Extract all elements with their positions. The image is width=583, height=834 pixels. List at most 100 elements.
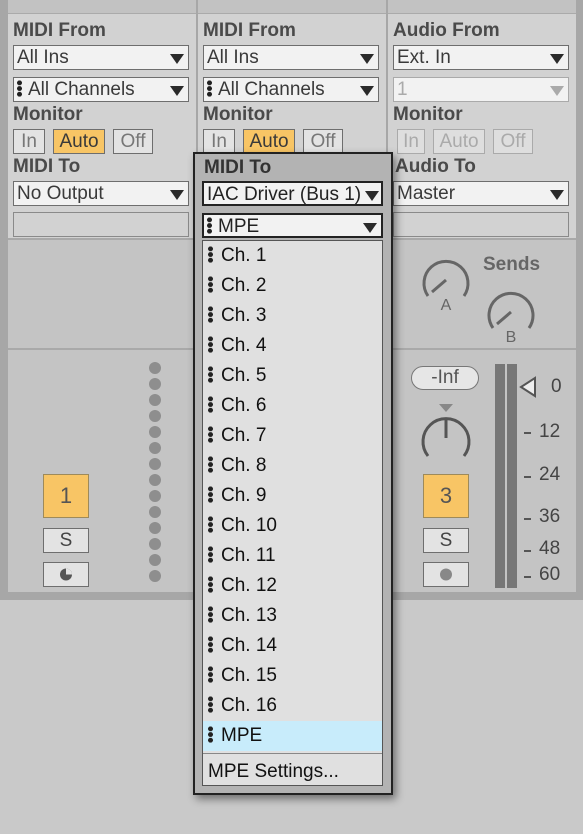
track-2-input-type-chooser[interactable]: All Ins bbox=[203, 45, 379, 70]
beads-icon bbox=[208, 366, 213, 383]
chevron-down-icon bbox=[365, 191, 379, 201]
chevron-down-icon bbox=[170, 86, 184, 96]
menu-item-ch-16[interactable]: Ch. 16 bbox=[203, 691, 382, 721]
track-3-input-channel-value: 1 bbox=[397, 79, 408, 100]
menu-item-ch-12[interactable]: Ch. 12 bbox=[203, 571, 382, 601]
track-3-monitor-off-button[interactable]: Off bbox=[493, 129, 533, 154]
channel-menu: Ch. 1 Ch. 2 Ch. 3 Ch. 4 Ch. 5 Ch. 6 Ch. … bbox=[202, 240, 383, 786]
chevron-down-icon bbox=[170, 190, 184, 200]
menu-separator bbox=[203, 753, 382, 754]
track-3-monitor-label: Monitor bbox=[393, 104, 463, 125]
track-3-monitor-in-button[interactable]: In bbox=[397, 129, 425, 154]
midi-to-popup: MIDI To IAC Driver (Bus 1) MPE Ch. 1 Ch.… bbox=[193, 152, 393, 795]
track-2-monitor-auto-button[interactable]: Auto bbox=[243, 129, 295, 154]
beads-icon bbox=[208, 726, 213, 743]
menu-item-ch-9[interactable]: Ch. 9 bbox=[203, 481, 382, 511]
volume-readout[interactable]: -Inf bbox=[411, 366, 479, 390]
menu-item-ch-7[interactable]: Ch. 7 bbox=[203, 421, 382, 451]
track-1-activator-button[interactable]: 1 bbox=[43, 474, 89, 518]
track-1-monitor-auto-button[interactable]: Auto bbox=[53, 129, 105, 154]
track-1-solo-button[interactable]: S bbox=[43, 528, 89, 553]
track-1-output-chooser[interactable]: No Output bbox=[13, 181, 189, 206]
beads-icon bbox=[208, 576, 213, 593]
menu-item-ch-1[interactable]: Ch. 1 bbox=[203, 241, 382, 271]
send-b-knob[interactable]: B bbox=[483, 284, 539, 344]
meter-tick-48: 48 bbox=[539, 538, 561, 559]
beads-icon bbox=[208, 276, 213, 293]
track-1-input-channel-chooser[interactable]: All Channels bbox=[13, 77, 189, 102]
track-strip-1: MIDI From All Ins All Channels Monitor I… bbox=[8, 0, 196, 592]
track-3-output-channel-empty[interactable] bbox=[393, 212, 569, 237]
menu-item-label: Ch. 11 bbox=[221, 545, 276, 566]
chevron-down-icon bbox=[550, 54, 564, 64]
track-1-arm-button[interactable] bbox=[43, 562, 89, 587]
popup-header-label: MIDI To bbox=[204, 157, 272, 178]
pan-knob[interactable] bbox=[416, 402, 476, 464]
track-2-monitor-in-button[interactable]: In bbox=[203, 129, 235, 154]
popup-output-chooser[interactable]: IAC Driver (Bus 1) bbox=[202, 181, 383, 206]
track-2-input-channel-chooser[interactable]: All Channels bbox=[203, 77, 379, 102]
track-1-output-channel-empty[interactable] bbox=[13, 212, 189, 237]
beads-icon bbox=[17, 80, 22, 97]
track-3-activator-button[interactable]: 3 bbox=[423, 474, 469, 518]
chevron-down-icon bbox=[550, 190, 564, 200]
track-3-output-label: Audio To bbox=[395, 156, 476, 177]
track-2-monitor-label: Monitor bbox=[203, 104, 273, 125]
menu-item-label: Ch. 1 bbox=[221, 245, 267, 266]
menu-item-label: Ch. 16 bbox=[221, 695, 277, 716]
menu-item-ch-11[interactable]: Ch. 11 bbox=[203, 541, 382, 571]
volume-fader-handle-icon[interactable] bbox=[518, 376, 538, 398]
track-1-output-label: MIDI To bbox=[13, 156, 81, 177]
menu-item-ch-15[interactable]: Ch. 15 bbox=[203, 661, 382, 691]
track-3-monitor-auto-button[interactable]: Auto bbox=[433, 129, 485, 154]
menu-item-ch-13[interactable]: Ch. 13 bbox=[203, 601, 382, 631]
send-a-letter: A bbox=[441, 297, 452, 312]
meter-right bbox=[507, 364, 517, 588]
track-3-input-type-chooser[interactable]: Ext. In bbox=[393, 45, 569, 70]
send-a-knob[interactable]: A bbox=[418, 252, 474, 312]
record-dot-icon bbox=[440, 568, 452, 581]
track-3-io-section: Audio From Ext. In 1 Monitor In Auto Off… bbox=[388, 0, 576, 240]
menu-item-ch-6[interactable]: Ch. 6 bbox=[203, 391, 382, 421]
track-3-sends-area: Sends A B bbox=[388, 244, 576, 350]
beads-icon bbox=[208, 606, 213, 623]
menu-item-ch-14[interactable]: Ch. 14 bbox=[203, 631, 382, 661]
beads-icon bbox=[208, 516, 213, 533]
menu-item-mpe[interactable]: MPE bbox=[203, 721, 382, 751]
track-3-solo-button[interactable]: S bbox=[423, 528, 469, 553]
beads-icon bbox=[208, 696, 213, 713]
track-1-monitor-off-button[interactable]: Off bbox=[113, 129, 153, 154]
chevron-down-icon bbox=[360, 54, 374, 64]
meter-tick-24: 24 bbox=[539, 464, 561, 485]
menu-item-label: Ch. 12 bbox=[221, 575, 277, 596]
menu-item-ch-10[interactable]: Ch. 10 bbox=[203, 511, 382, 541]
track-1-input-channel-value: All Channels bbox=[28, 79, 135, 100]
beads-icon bbox=[208, 336, 213, 353]
track-3-input-channel-chooser[interactable]: 1 bbox=[393, 77, 569, 102]
track-1-output-value: No Output bbox=[17, 183, 104, 204]
menu-item-label: Ch. 10 bbox=[221, 515, 277, 536]
menu-item-ch-4[interactable]: Ch. 4 bbox=[203, 331, 382, 361]
track-1-io-section: MIDI From All Ins All Channels Monitor I… bbox=[8, 0, 196, 240]
menu-item-ch-3[interactable]: Ch. 3 bbox=[203, 301, 382, 331]
beads-icon bbox=[208, 456, 213, 473]
track-3-output-chooser[interactable]: Master bbox=[393, 181, 569, 206]
menu-item-label: Ch. 2 bbox=[221, 275, 267, 296]
menu-item-ch-5[interactable]: Ch. 5 bbox=[203, 361, 382, 391]
track-3-arm-button[interactable] bbox=[423, 562, 469, 587]
beads-icon bbox=[207, 80, 212, 97]
popup-channel-chooser[interactable]: MPE bbox=[202, 213, 383, 238]
track-1-input-type-chooser[interactable]: All Ins bbox=[13, 45, 189, 70]
record-arm-icon bbox=[60, 568, 72, 581]
menu-item-ch-2[interactable]: Ch. 2 bbox=[203, 271, 382, 301]
track-2-monitor-off-button[interactable]: Off bbox=[303, 129, 343, 154]
menu-item-label: Ch. 14 bbox=[221, 635, 277, 656]
menu-item-mpe-settings[interactable]: MPE Settings... bbox=[203, 757, 382, 787]
track-3-output-value: Master bbox=[397, 183, 456, 204]
beads-icon bbox=[208, 666, 213, 683]
menu-item-ch-8[interactable]: Ch. 8 bbox=[203, 451, 382, 481]
track-1-sends-area bbox=[8, 244, 196, 350]
meter-tick-0: 0 bbox=[551, 376, 562, 397]
track-1-monitor-in-button[interactable]: In bbox=[13, 129, 45, 154]
menu-item-label: Ch. 13 bbox=[221, 605, 277, 626]
